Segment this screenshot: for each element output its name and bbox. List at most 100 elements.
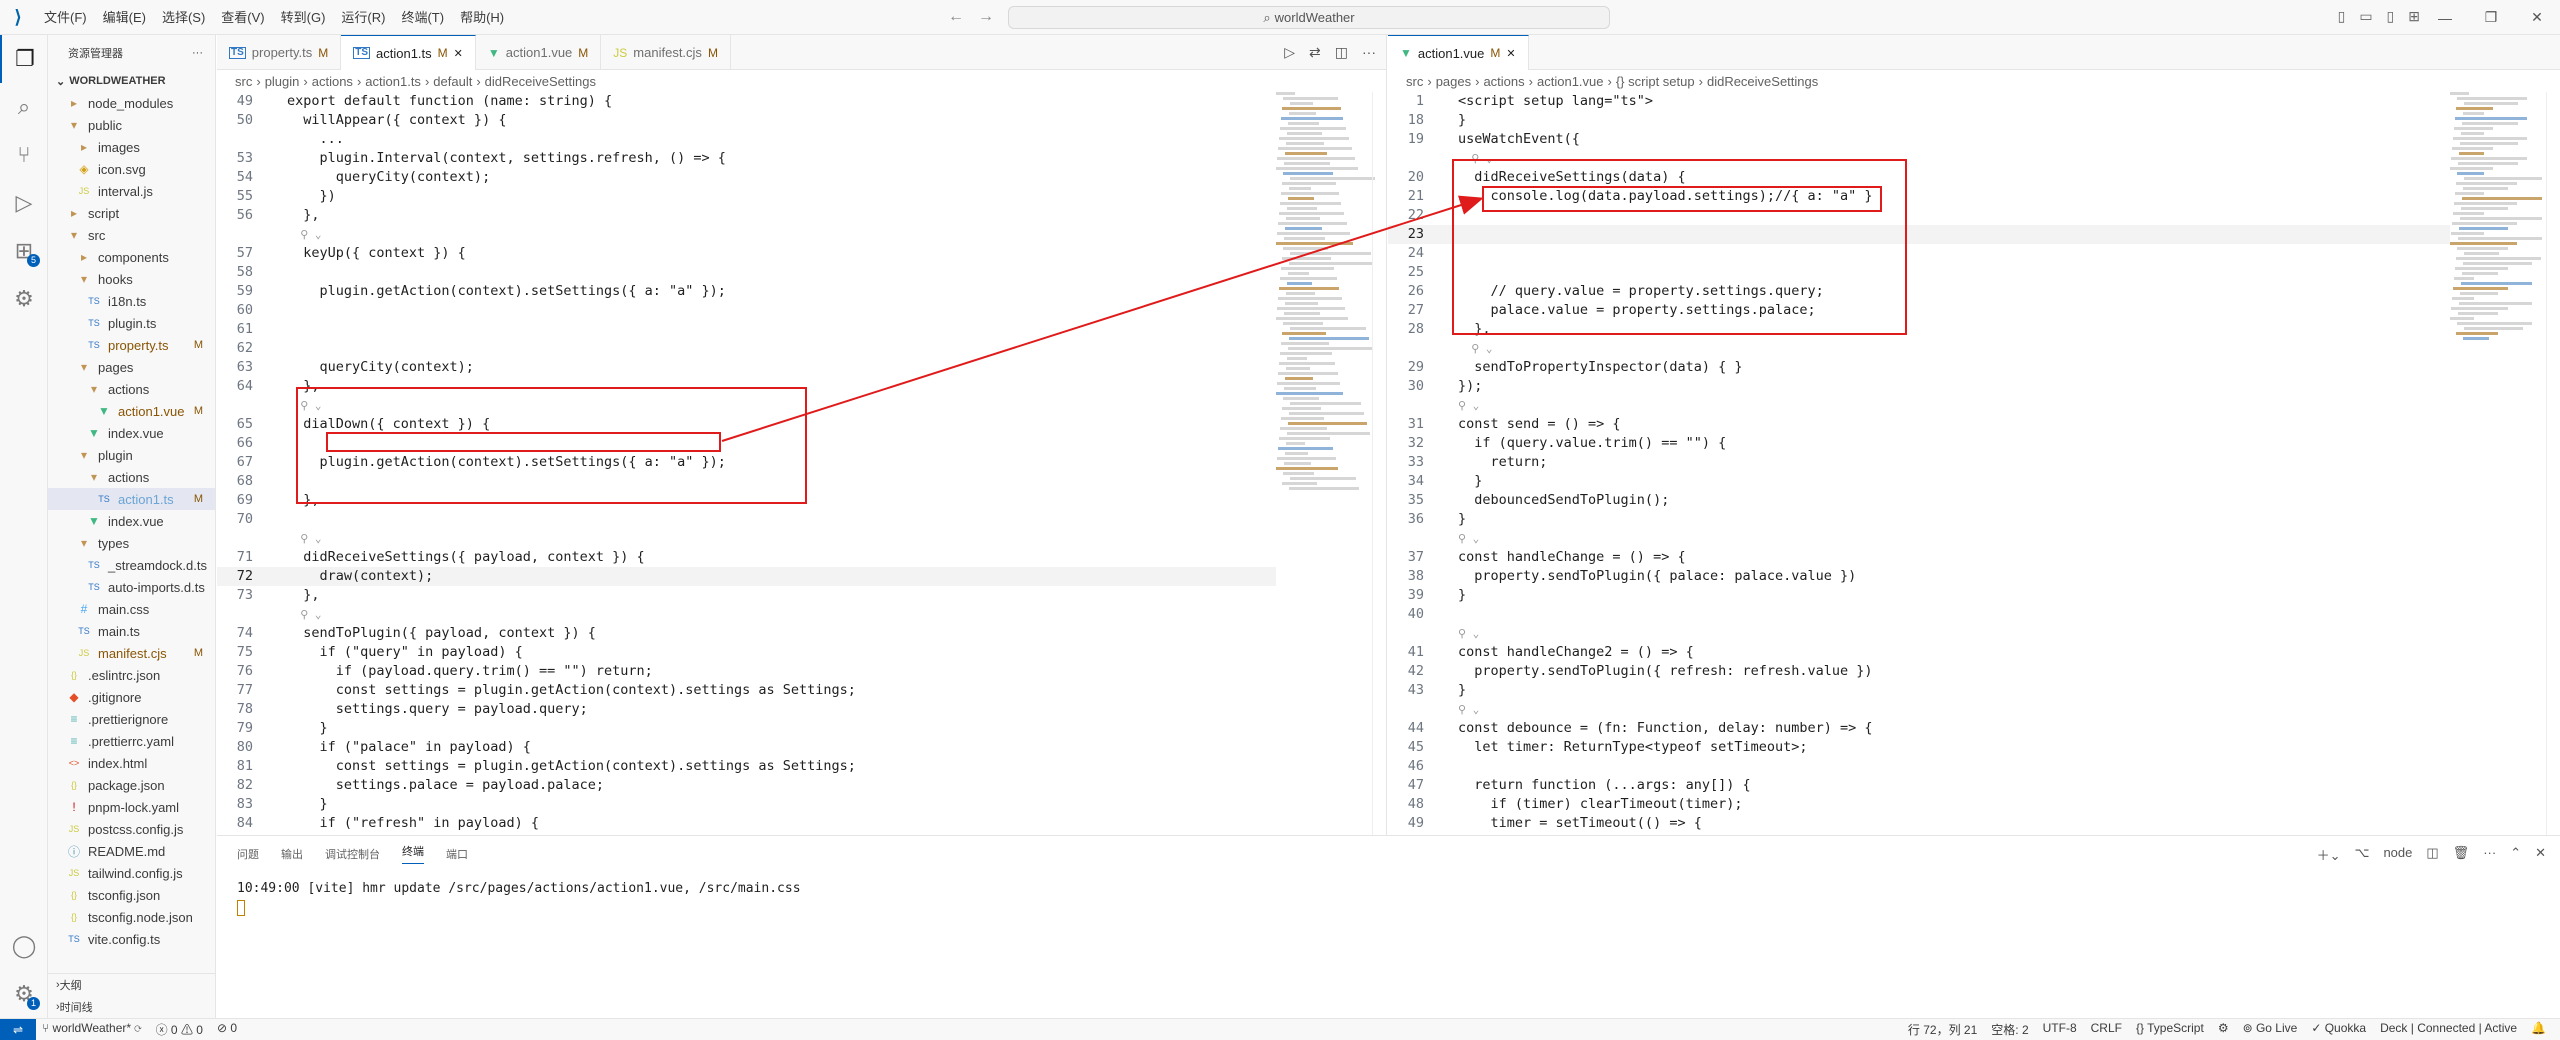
tree-item[interactable]: ! pnpm-lock.yaml xyxy=(48,796,215,818)
tree-item[interactable]: ≡ .prettierignore xyxy=(48,708,215,730)
breadcrumb-item[interactable]: {} script setup xyxy=(1616,74,1695,89)
menu-item[interactable]: 选择(S) xyxy=(154,0,213,35)
close-panel-icon[interactable]: ✕ xyxy=(2535,845,2546,864)
compare-icon[interactable]: ⇄ xyxy=(1309,44,1321,61)
editor-tab[interactable]: ▼ action1.vue M xyxy=(476,35,602,70)
menu-item[interactable]: 终端(T) xyxy=(393,0,452,35)
tree-item[interactable]: # main.css xyxy=(48,598,215,620)
tree-item[interactable]: ▾ types xyxy=(48,532,215,554)
close-tab-icon[interactable]: ✕ xyxy=(454,47,463,60)
restore-icon[interactable]: ❐ xyxy=(2468,0,2514,35)
customize-layout-icon[interactable]: ⊞ xyxy=(2408,8,2420,25)
split-terminal-icon[interactable]: ◫ xyxy=(2426,845,2438,864)
codelens[interactable]: ⚲ ⌄ xyxy=(1388,339,2450,358)
tree-item[interactable]: JS postcss.config.js xyxy=(48,818,215,840)
tree-item[interactable]: ▸ components xyxy=(48,246,215,268)
breadcrumb-item[interactable]: pages xyxy=(1436,74,1471,89)
toggle-secondary-sidebar-icon[interactable]: ▯ xyxy=(2387,8,2395,25)
tree-item[interactable]: TS vite.config.ts xyxy=(48,928,215,950)
manage-gear-icon[interactable]: ⚙ 1 xyxy=(0,970,48,1018)
tree-item[interactable]: ▾ src xyxy=(48,224,215,246)
branch-item[interactable]: ⑂ worldWeather* ⟳ xyxy=(42,1021,142,1038)
breadcrumb-item[interactable]: src xyxy=(1406,74,1423,89)
toggle-panel-icon[interactable]: ▭ xyxy=(2359,8,2372,25)
breadcrumb-item[interactable]: didReceiveSettings xyxy=(485,74,596,89)
codelens[interactable]: ⚲ ⌄ xyxy=(217,529,1276,548)
settings-sync-icon[interactable]: ⚙ xyxy=(2218,1021,2229,1038)
sidebar-section[interactable]: › 大纲 xyxy=(48,974,215,996)
minimap-left[interactable] xyxy=(1276,92,1376,835)
forward-arrow-icon[interactable]: → xyxy=(978,8,1008,25)
overview-ruler-right[interactable] xyxy=(2546,92,2560,835)
codelens[interactable]: ⚲ ⌄ xyxy=(217,605,1276,624)
remote-explorer-icon[interactable]: ⚙ xyxy=(0,275,48,323)
tree-item[interactable]: TS _streamdock.d.ts xyxy=(48,554,215,576)
toggle-sidebar-icon[interactable]: ▯ xyxy=(2338,8,2346,25)
remote-indicator-icon[interactable]: ⇌ xyxy=(0,1018,36,1040)
panel-tab[interactable]: 输出 xyxy=(281,846,303,862)
run-debug-icon[interactable]: ▷ xyxy=(0,179,48,227)
more-icon[interactable]: ··· xyxy=(1362,44,1376,61)
tree-item[interactable]: {} package.json xyxy=(48,774,215,796)
menu-item[interactable]: 转到(G) xyxy=(273,0,334,35)
run-icon[interactable]: ▷ xyxy=(1284,44,1295,61)
cursor-position[interactable]: 行 72，列 21 xyxy=(1908,1021,1977,1038)
tree-item[interactable]: ▾ pages xyxy=(48,356,215,378)
codelens[interactable]: ⚲ ⌄ xyxy=(1388,700,2450,719)
tree-item[interactable]: JS interval.js xyxy=(48,180,215,202)
breadcrumb-item[interactable]: plugin xyxy=(265,74,300,89)
tree-item[interactable]: TS action1.ts M xyxy=(48,488,215,510)
editor-tab[interactable]: ▼ action1.vue M ✕ xyxy=(1388,35,1529,70)
kill-terminal-icon[interactable]: 🗑 xyxy=(2453,845,2470,864)
tree-item[interactable]: JS tailwind.config.js xyxy=(48,862,215,884)
tree-item[interactable]: ▾ hooks xyxy=(48,268,215,290)
panel-more-icon[interactable]: ··· xyxy=(2483,845,2496,864)
breadcrumb-item[interactable]: default xyxy=(433,74,472,89)
panel-tab[interactable]: 调试控制台 xyxy=(325,846,380,862)
tree-item[interactable]: ▸ images xyxy=(48,136,215,158)
tree-item[interactable]: {} tsconfig.json xyxy=(48,884,215,906)
encoding[interactable]: UTF-8 xyxy=(2043,1021,2077,1038)
tree-item[interactable]: ▾ actions xyxy=(48,466,215,488)
language-mode[interactable]: {} TypeScript xyxy=(2136,1021,2204,1038)
breadcrumb-item[interactable]: action1.ts xyxy=(365,74,421,89)
breadcrumb-item[interactable]: actions xyxy=(1483,74,1524,89)
sidebar-section[interactable]: › 时间线 xyxy=(48,996,215,1018)
breadcrumb-item[interactable]: didReceiveSettings xyxy=(1707,74,1818,89)
tree-item[interactable]: ▼ index.vue xyxy=(48,422,215,444)
search-view-icon[interactable]: ⌕ xyxy=(0,83,48,131)
tree-item[interactable]: ⓘ README.md xyxy=(48,840,215,862)
menu-item[interactable]: 文件(F) xyxy=(36,0,95,35)
tree-item[interactable]: ▾ actions xyxy=(48,378,215,400)
tree-item[interactable]: {} .eslintrc.json xyxy=(48,664,215,686)
panel-tab[interactable]: 终端 xyxy=(402,843,424,864)
explorer-icon[interactable]: ❐ xyxy=(0,35,48,83)
tree-item[interactable]: ▾ plugin xyxy=(48,444,215,466)
terminal-output[interactable]: 10:49:00 [vite] hmr update /src/pages/ac… xyxy=(217,879,2560,917)
editor-tab[interactable]: JS manifest.cjs M xyxy=(601,35,731,70)
tree-item[interactable]: ▾ public xyxy=(48,114,215,136)
menu-item[interactable]: 查看(V) xyxy=(213,0,272,35)
tree-item[interactable]: TS plugin.ts xyxy=(48,312,215,334)
tree-item[interactable]: ◈ icon.svg xyxy=(48,158,215,180)
tree-item[interactable]: TS auto-imports.d.ts xyxy=(48,576,215,598)
command-center-search[interactable]: ⌕ worldWeather xyxy=(1008,6,1610,29)
panel-tab[interactable]: 问题 xyxy=(237,846,259,862)
tree-item[interactable]: JS manifest.cjs M xyxy=(48,642,215,664)
codelens[interactable]: ⚲ ⌄ xyxy=(217,225,1276,244)
split-editor-icon[interactable]: ◫ xyxy=(1335,44,1348,61)
close-window-icon[interactable]: ✕ xyxy=(2514,0,2560,35)
indentation[interactable]: 空格: 2 xyxy=(1991,1021,2028,1038)
menu-item[interactable]: 运行(R) xyxy=(333,0,393,35)
editor-tab[interactable]: TS action1.ts M ✕ xyxy=(341,35,476,70)
source-control-icon[interactable]: ⑂ xyxy=(0,131,48,179)
minimap-right[interactable] xyxy=(2450,92,2546,835)
tree-item[interactable]: ▸ script xyxy=(48,202,215,224)
breadcrumb-item[interactable]: action1.vue xyxy=(1537,74,1604,89)
new-terminal-icon[interactable]: ＋⌄ xyxy=(2317,845,2341,864)
codelens[interactable]: ⚲ ⌄ xyxy=(1388,396,2450,415)
codelens[interactable]: ⚲ ⌄ xyxy=(1388,529,2450,548)
tree-item[interactable]: <> index.html xyxy=(48,752,215,774)
tree-item[interactable]: {} tsconfig.node.json xyxy=(48,906,215,928)
tree-item[interactable]: ▼ action1.vue M xyxy=(48,400,215,422)
